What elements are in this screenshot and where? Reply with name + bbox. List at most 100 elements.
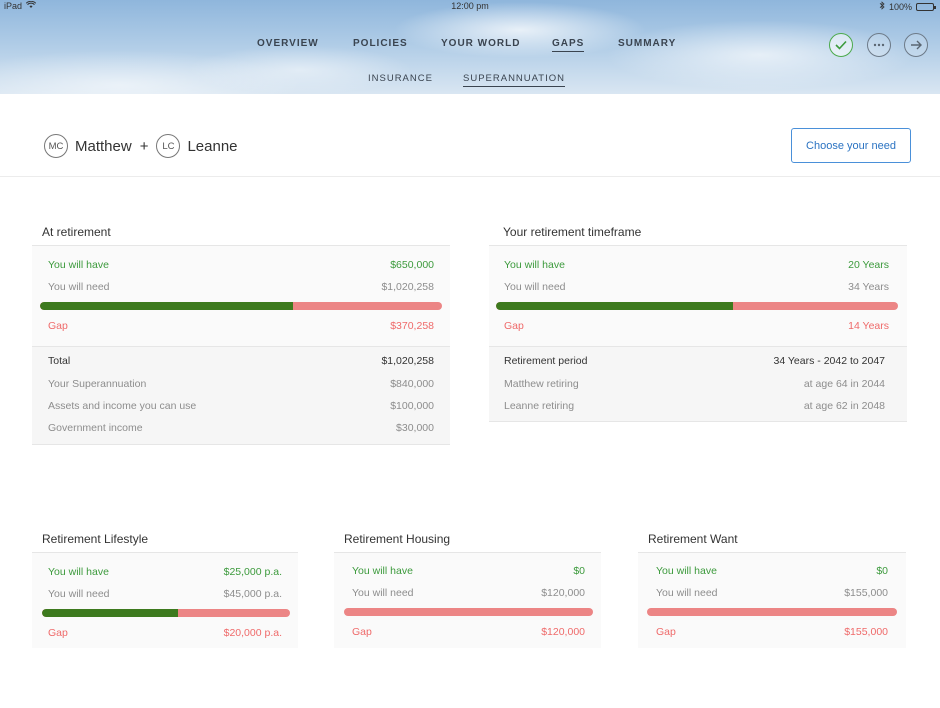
need-row: You will need $155,000 bbox=[656, 587, 888, 599]
detail-row: Retirement period 34 Years - 2042 to 204… bbox=[504, 355, 885, 367]
detail-label: Matthew retiring bbox=[504, 378, 579, 390]
card-retirement-lifestyle: Retirement Lifestyle You will have $25,0… bbox=[32, 528, 298, 648]
need-value: $155,000 bbox=[844, 587, 888, 599]
detail-value: $1,020,258 bbox=[381, 355, 434, 367]
have-value: $25,000 p.a. bbox=[223, 566, 282, 578]
choose-need-button[interactable]: Choose your need bbox=[791, 128, 911, 163]
progress-bar bbox=[647, 608, 897, 616]
progress-bar-fill bbox=[42, 609, 179, 617]
avatar-leanne: LC bbox=[156, 134, 181, 158]
detail-label: Retirement period bbox=[504, 355, 588, 367]
gap-row: Gap $155,000 bbox=[656, 626, 888, 638]
detail-value: $100,000 bbox=[390, 400, 434, 412]
tab-policies[interactable]: POLICIES bbox=[353, 38, 408, 49]
have-row: You will have 20 Years bbox=[504, 259, 889, 271]
gap-row: Gap $370,258 bbox=[48, 320, 434, 332]
detail-value: 34 Years - 2042 to 2047 bbox=[773, 355, 885, 367]
battery-icon bbox=[916, 2, 936, 11]
need-label: You will need bbox=[656, 587, 718, 599]
people-separator: + bbox=[139, 137, 149, 155]
have-row: You will have $650,000 bbox=[48, 259, 434, 271]
need-value: $1,020,258 bbox=[381, 281, 434, 293]
person-name-matthew: Matthew bbox=[75, 137, 132, 155]
have-label: You will have bbox=[48, 259, 109, 271]
need-row: You will need $1,020,258 bbox=[48, 281, 434, 293]
more-button[interactable] bbox=[867, 33, 891, 57]
card-title: Retirement Housing bbox=[344, 532, 451, 546]
gap-value: $155,000 bbox=[844, 626, 888, 638]
card-retirement-want: Retirement Want You will have $0 You wil… bbox=[638, 528, 906, 648]
confirm-button[interactable] bbox=[829, 33, 853, 57]
tab-summary[interactable]: SUMMARY bbox=[618, 38, 676, 49]
subtab-insurance[interactable]: INSURANCE bbox=[368, 73, 433, 84]
need-label: You will need bbox=[48, 588, 110, 600]
gap-value: $120,000 bbox=[541, 626, 585, 638]
detail-value: at age 64 in 2044 bbox=[803, 378, 885, 390]
detail-row: Leanne retiring at age 62 in 2048 bbox=[504, 400, 885, 412]
gap-value: $20,000 p.a. bbox=[223, 627, 282, 639]
have-value: 20 Years bbox=[848, 259, 889, 271]
card-title: At retirement bbox=[42, 225, 111, 239]
detail-row: Total $1,020,258 bbox=[48, 355, 434, 367]
need-value: 34 Years bbox=[848, 281, 889, 293]
need-row: You will need $120,000 bbox=[352, 587, 585, 599]
have-label: You will have bbox=[504, 259, 565, 271]
card-title: Retirement Want bbox=[648, 532, 738, 546]
detail-row: Your Superannuation $840,000 bbox=[48, 378, 434, 390]
gap-row: Gap 14 Years bbox=[504, 320, 889, 332]
sub-nav: INSURANCE SUPERANNUATION bbox=[0, 73, 940, 87]
gap-label: Gap bbox=[48, 627, 68, 639]
more-icon bbox=[873, 43, 885, 47]
need-label: You will need bbox=[352, 587, 414, 599]
have-row: You will have $0 bbox=[352, 565, 585, 577]
card-at-retirement: At retirement You will have $650,000 You… bbox=[32, 220, 450, 445]
card-title: Retirement Lifestyle bbox=[42, 532, 149, 546]
progress-bar-fill bbox=[40, 302, 294, 310]
app-header: iPad 12:00 pm 100% OVERVIEW POLICIES YOU… bbox=[0, 0, 940, 94]
have-label: You will have bbox=[48, 566, 109, 578]
detail-label: Your Superannuation bbox=[48, 378, 147, 390]
tab-overview[interactable]: OVERVIEW bbox=[257, 38, 319, 49]
gap-row: Gap $120,000 bbox=[352, 626, 585, 638]
card-retirement-timeframe: Your retirement timeframe You will have … bbox=[489, 220, 907, 422]
subtab-superannuation[interactable]: SUPERANNUATION bbox=[463, 73, 565, 87]
have-label: You will have bbox=[352, 565, 413, 577]
have-value: $0 bbox=[573, 565, 585, 577]
detail-row: Assets and income you can use $100,000 bbox=[48, 400, 434, 412]
main-nav: OVERVIEW POLICIES YOUR WORLD GAPS SUMMAR… bbox=[0, 38, 940, 54]
have-row: You will have $0 bbox=[656, 565, 888, 577]
people-row: MC Matthew + LC Leanne bbox=[44, 133, 238, 159]
detail-label: Leanne retiring bbox=[504, 400, 575, 412]
avatar-matthew: MC bbox=[44, 134, 68, 158]
have-label: You will have bbox=[656, 565, 717, 577]
gap-value: 14 Years bbox=[848, 320, 889, 332]
bluetooth-icon bbox=[879, 1, 885, 12]
have-value: $0 bbox=[876, 565, 888, 577]
need-value: $120,000 bbox=[541, 587, 585, 599]
battery-percent: 100% bbox=[888, 1, 912, 12]
tab-your-world[interactable]: YOUR WORLD bbox=[441, 38, 520, 49]
status-bar: iPad 12:00 pm 100% bbox=[0, 0, 940, 12]
gap-label: Gap bbox=[504, 320, 524, 332]
status-time: 12:00 pm bbox=[451, 1, 489, 11]
person-name-leanne: Leanne bbox=[187, 137, 238, 155]
tab-gaps[interactable]: GAPS bbox=[552, 38, 585, 52]
need-label: You will need bbox=[48, 281, 110, 293]
next-button[interactable] bbox=[904, 33, 928, 57]
progress-bar bbox=[42, 609, 290, 617]
gap-value: $370,258 bbox=[390, 320, 434, 332]
progress-bar-fill bbox=[496, 302, 734, 310]
gap-label: Gap bbox=[352, 626, 372, 638]
arrow-right-icon bbox=[911, 40, 922, 50]
progress-bar bbox=[40, 302, 442, 310]
progress-bar bbox=[344, 608, 593, 616]
detail-row: Government income $30,000 bbox=[48, 422, 434, 434]
have-value: $650,000 bbox=[390, 259, 434, 271]
detail-row: Matthew retiring at age 64 in 2044 bbox=[504, 378, 885, 390]
details-block: Total $1,020,258 Your Superannuation $84… bbox=[32, 346, 450, 445]
gap-row: Gap $20,000 p.a. bbox=[48, 627, 282, 639]
detail-value: $840,000 bbox=[390, 378, 434, 390]
need-value: $45,000 p.a. bbox=[223, 588, 282, 600]
detail-value: at age 62 in 2048 bbox=[803, 400, 885, 412]
progress-bar bbox=[496, 302, 898, 310]
